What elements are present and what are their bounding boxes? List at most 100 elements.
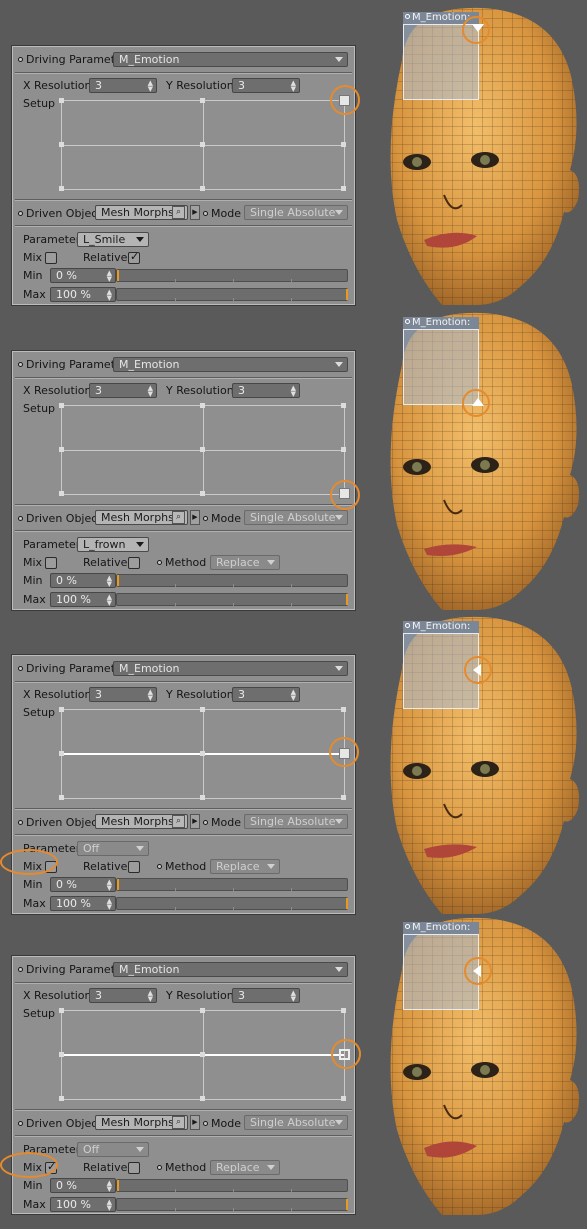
animate-dot-icon[interactable] bbox=[157, 560, 162, 565]
grid-point[interactable] bbox=[200, 98, 205, 103]
spinner-arrows-icon[interactable]: ▲ ▼ bbox=[148, 689, 153, 702]
method-dropdown[interactable]: Replace bbox=[210, 1160, 280, 1175]
grid-point[interactable] bbox=[341, 403, 346, 408]
animate-dot-icon[interactable] bbox=[18, 211, 23, 216]
x-resolution-input[interactable]: 3 ▲ ▼ bbox=[89, 383, 157, 398]
grid-point[interactable] bbox=[59, 795, 64, 800]
animate-dot-icon[interactable] bbox=[18, 362, 23, 367]
driving-parameter-dropdown[interactable]: M_Emotion bbox=[113, 357, 348, 372]
link-icon[interactable]: ⌕ bbox=[172, 815, 185, 828]
grid-point[interactable] bbox=[59, 707, 64, 712]
grid-point[interactable] bbox=[341, 142, 346, 147]
x-resolution-input[interactable]: 3 ▲ ▼ bbox=[89, 687, 157, 702]
animate-dot-icon[interactable] bbox=[203, 1121, 208, 1126]
y-resolution-input[interactable]: 3 ▲ ▼ bbox=[232, 78, 300, 93]
animate-dot-icon[interactable] bbox=[18, 666, 23, 671]
pick-arrow-button[interactable]: ▶ bbox=[190, 510, 200, 525]
max-input[interactable]: 100 % ▲ ▼ bbox=[50, 592, 116, 607]
grid-point[interactable] bbox=[200, 1096, 205, 1101]
parameter-dropdown[interactable]: Off bbox=[77, 841, 149, 856]
grid-point[interactable] bbox=[200, 707, 205, 712]
grid-point[interactable] bbox=[59, 403, 64, 408]
grid-point[interactable] bbox=[59, 751, 64, 756]
spinner-arrows-icon[interactable]: ▲ ▼ bbox=[291, 80, 296, 93]
animate-dot-icon[interactable] bbox=[18, 516, 23, 521]
grid-point[interactable] bbox=[200, 795, 205, 800]
grid-point[interactable] bbox=[200, 142, 205, 147]
spinner-arrows-icon[interactable]: ▲ ▼ bbox=[107, 879, 112, 892]
relative-checkbox[interactable] bbox=[128, 861, 140, 873]
min-slider[interactable] bbox=[116, 574, 348, 587]
grid-point[interactable] bbox=[200, 403, 205, 408]
relative-checkbox[interactable] bbox=[128, 1162, 140, 1174]
slider-handle[interactable] bbox=[117, 575, 119, 586]
y-resolution-input[interactable]: 3 ▲ ▼ bbox=[232, 687, 300, 702]
animate-dot-icon[interactable] bbox=[203, 211, 208, 216]
spinner-arrows-icon[interactable]: ▲ ▼ bbox=[148, 80, 153, 93]
grid-point[interactable] bbox=[200, 1052, 205, 1057]
parameter-dropdown[interactable]: Off bbox=[77, 1142, 149, 1157]
spinner-arrows-icon[interactable]: ▲ ▼ bbox=[291, 689, 296, 702]
grid-point[interactable] bbox=[200, 491, 205, 496]
grid-point[interactable] bbox=[341, 795, 346, 800]
spinner-arrows-icon[interactable]: ▲ ▼ bbox=[107, 898, 112, 911]
slider-handle[interactable] bbox=[117, 270, 119, 281]
parameter-dropdown[interactable]: L_Smile bbox=[77, 232, 149, 247]
spinner-arrows-icon[interactable]: ▲ ▼ bbox=[148, 990, 153, 1003]
grid-point[interactable] bbox=[59, 186, 64, 191]
animate-dot-icon[interactable] bbox=[18, 967, 23, 972]
relative-checkbox[interactable] bbox=[128, 557, 140, 569]
pick-arrow-button[interactable]: ▶ bbox=[190, 1115, 200, 1130]
y-resolution-input[interactable]: 3 ▲ ▼ bbox=[232, 383, 300, 398]
animate-dot-icon[interactable] bbox=[157, 864, 162, 869]
max-input[interactable]: 100 % ▲ ▼ bbox=[50, 1197, 116, 1212]
grid-point[interactable] bbox=[59, 1096, 64, 1101]
spinner-arrows-icon[interactable]: ▲ ▼ bbox=[107, 594, 112, 607]
animate-dot-icon[interactable] bbox=[18, 1121, 23, 1126]
min-input[interactable]: 0 % ▲ ▼ bbox=[50, 268, 116, 283]
spinner-arrows-icon[interactable]: ▲ ▼ bbox=[107, 289, 112, 302]
link-icon[interactable]: ⌕ bbox=[172, 511, 185, 524]
max-input[interactable]: 100 % ▲ ▼ bbox=[50, 896, 116, 911]
mode-dropdown[interactable]: Single Absolute bbox=[244, 814, 348, 829]
min-input[interactable]: 0 % ▲ ▼ bbox=[50, 573, 116, 588]
slider-handle[interactable] bbox=[117, 879, 119, 890]
grid-point[interactable] bbox=[341, 1008, 346, 1013]
min-slider[interactable] bbox=[116, 269, 348, 282]
method-dropdown[interactable]: Replace bbox=[210, 859, 280, 874]
grid-point[interactable] bbox=[341, 707, 346, 712]
driving-parameter-dropdown[interactable]: M_Emotion bbox=[113, 962, 348, 977]
y-resolution-input[interactable]: 3 ▲ ▼ bbox=[232, 988, 300, 1003]
animate-dot-icon[interactable] bbox=[18, 57, 23, 62]
grid-point[interactable] bbox=[59, 98, 64, 103]
pick-arrow-button[interactable]: ▶ bbox=[190, 205, 200, 220]
parameter-dropdown[interactable]: L_frown bbox=[77, 537, 149, 552]
spinner-arrows-icon[interactable]: ▲ ▼ bbox=[107, 575, 112, 588]
grid-point[interactable] bbox=[59, 447, 64, 452]
slider-handle[interactable] bbox=[346, 289, 348, 300]
max-input[interactable]: 100 % ▲ ▼ bbox=[50, 287, 116, 302]
link-icon[interactable]: ⌕ bbox=[172, 1116, 185, 1129]
max-slider[interactable] bbox=[116, 897, 348, 910]
max-slider[interactable] bbox=[116, 593, 348, 606]
min-slider[interactable] bbox=[116, 878, 348, 891]
max-slider[interactable] bbox=[116, 1198, 348, 1211]
slider-handle[interactable] bbox=[346, 898, 348, 909]
relative-checkbox[interactable]: ✓ bbox=[128, 250, 140, 264]
grid-point[interactable] bbox=[341, 186, 346, 191]
min-input[interactable]: 0 % ▲ ▼ bbox=[50, 1178, 116, 1193]
driving-parameter-dropdown[interactable]: M_Emotion bbox=[113, 661, 348, 676]
animate-dot-icon[interactable] bbox=[18, 820, 23, 825]
animate-dot-icon[interactable] bbox=[157, 1165, 162, 1170]
driving-parameter-dropdown[interactable]: M_Emotion bbox=[113, 52, 348, 67]
grid-point[interactable] bbox=[59, 491, 64, 496]
spinner-arrows-icon[interactable]: ▲ ▼ bbox=[291, 385, 296, 398]
mode-dropdown[interactable]: Single Absolute bbox=[244, 205, 348, 220]
mix-checkbox[interactable] bbox=[45, 252, 57, 264]
link-icon[interactable]: ⌕ bbox=[172, 206, 185, 219]
grid-point[interactable] bbox=[59, 1008, 64, 1013]
grid-point[interactable] bbox=[200, 186, 205, 191]
spinner-arrows-icon[interactable]: ▲ ▼ bbox=[291, 990, 296, 1003]
mode-dropdown[interactable]: Single Absolute bbox=[244, 510, 348, 525]
grid-point[interactable] bbox=[341, 1096, 346, 1101]
